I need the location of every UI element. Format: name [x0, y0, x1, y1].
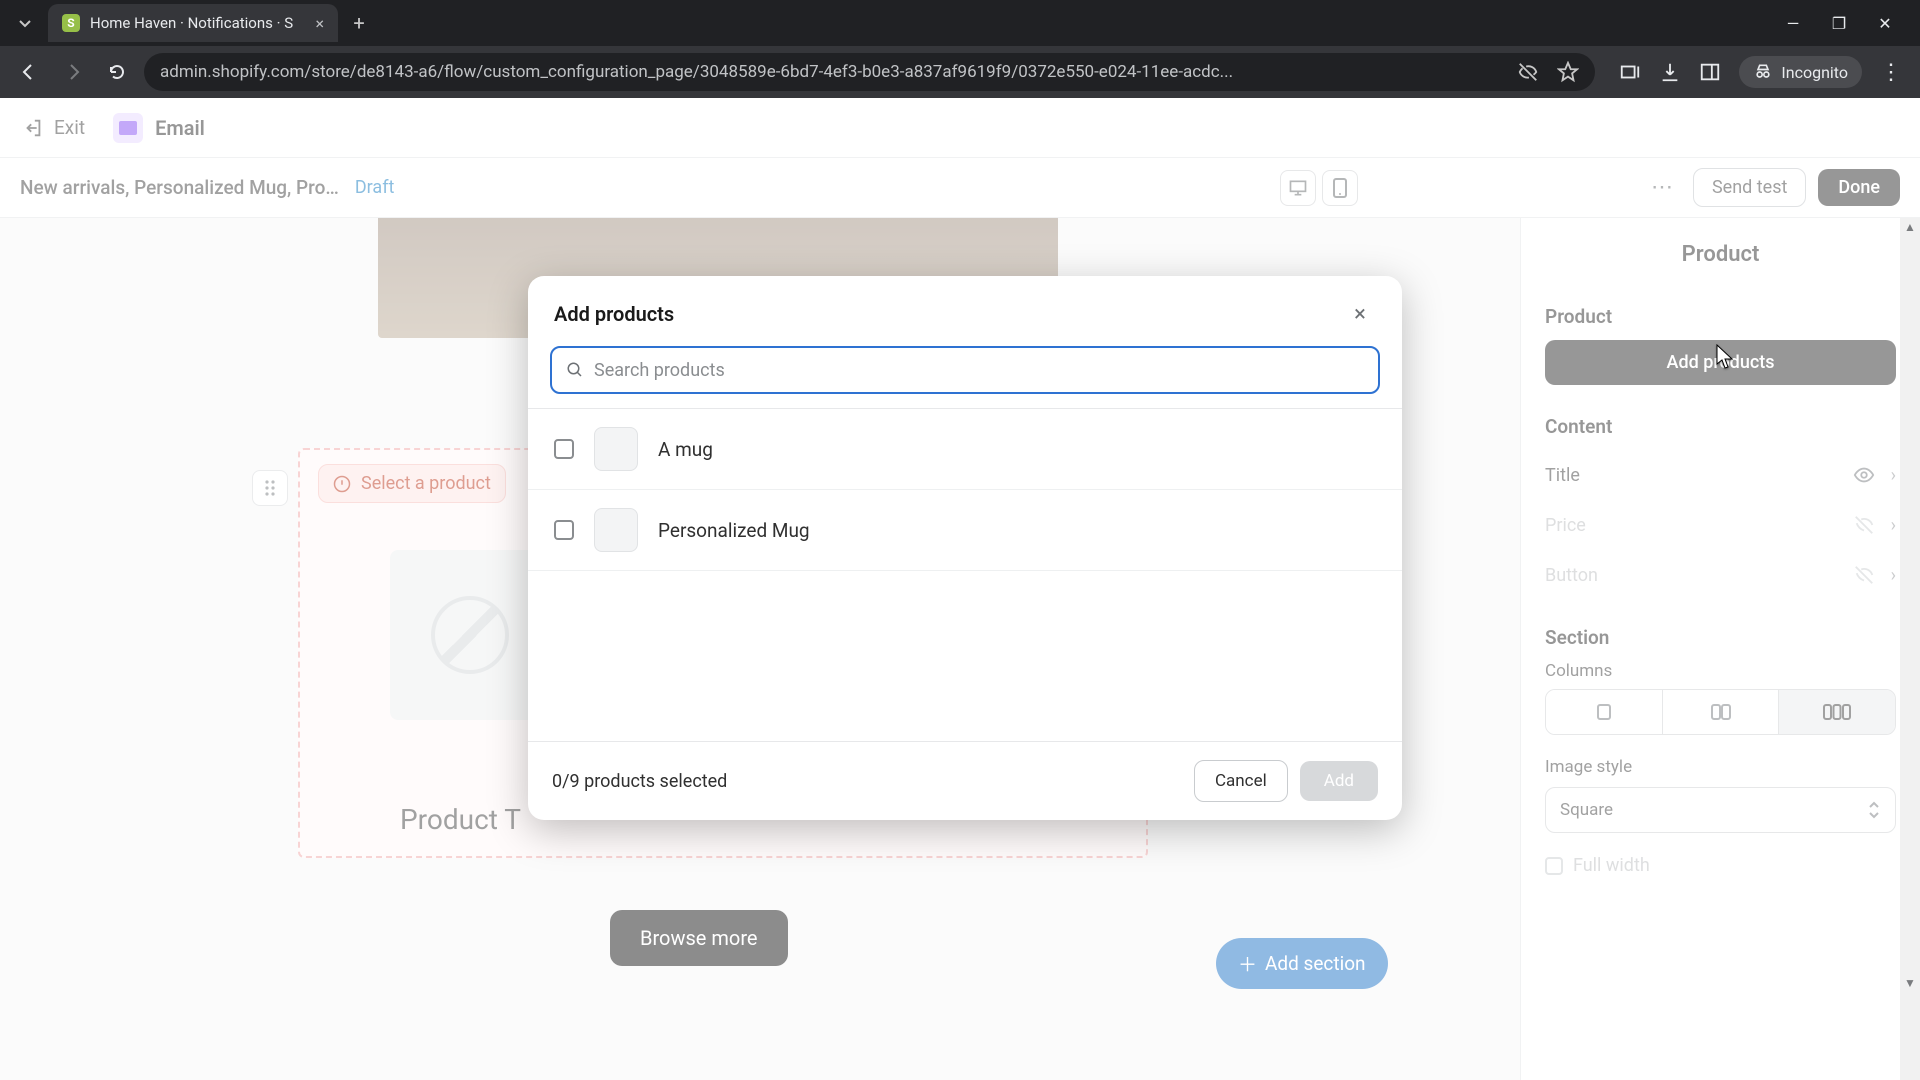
- back-button[interactable]: [12, 55, 46, 89]
- product-row[interactable]: Personalized Mug: [528, 490, 1402, 571]
- browser-chrome: S Home Haven · Notifications · S × + ― ❐…: [0, 0, 1920, 98]
- incognito-label: Incognito: [1781, 63, 1848, 82]
- add-button[interactable]: Add: [1300, 761, 1378, 801]
- modal-footer: 0/9 products selected Cancel Add: [528, 741, 1402, 820]
- product-thumb: [594, 508, 638, 552]
- url-text: admin.shopify.com/store/de8143-a6/flow/c…: [160, 62, 1505, 82]
- incognito-badge[interactable]: Incognito: [1739, 56, 1862, 88]
- eye-off-icon[interactable]: [1517, 61, 1539, 83]
- selected-count: 0/9 products selected: [552, 771, 1194, 792]
- forward-button[interactable]: [56, 55, 90, 89]
- add-products-modal: Add products × A mug Personalized Mug 0: [528, 276, 1402, 820]
- url-bar[interactable]: admin.shopify.com/store/de8143-a6/flow/c…: [144, 53, 1595, 91]
- reload-button[interactable]: [100, 55, 134, 89]
- toolbar-right: Incognito ⋮: [1605, 56, 1908, 88]
- modal-search-field[interactable]: [550, 346, 1380, 394]
- downloads-icon[interactable]: [1659, 61, 1681, 83]
- product-list: A mug Personalized Mug: [528, 408, 1402, 741]
- close-tab-icon[interactable]: ×: [315, 14, 324, 33]
- add-label: Add: [1324, 771, 1354, 791]
- url-bar-icons: [1517, 61, 1579, 83]
- search-input[interactable]: [594, 360, 1364, 381]
- search-icon: [566, 361, 584, 379]
- scroll-up-arrow-icon[interactable]: ▲: [1903, 220, 1917, 236]
- new-tab-button[interactable]: +: [344, 8, 374, 38]
- window-controls: ― ❐ ✕: [1784, 14, 1912, 33]
- modal-title: Add products: [554, 302, 1344, 326]
- tab-search-dropdown[interactable]: [8, 6, 42, 40]
- cancel-button[interactable]: Cancel: [1194, 760, 1288, 802]
- media-control-icon[interactable]: [1619, 61, 1641, 83]
- bookmark-star-icon[interactable]: [1557, 61, 1579, 83]
- incognito-icon: [1753, 62, 1773, 82]
- product-name: A mug: [658, 438, 713, 461]
- maximize-icon[interactable]: ❐: [1830, 14, 1848, 33]
- modal-header: Add products ×: [528, 276, 1402, 346]
- page-scrollbar[interactable]: ▲ ▼: [1900, 218, 1920, 1080]
- product-checkbox[interactable]: [554, 520, 574, 540]
- minimize-icon[interactable]: ―: [1784, 14, 1802, 33]
- shopify-favicon: S: [62, 14, 80, 32]
- browser-menu-icon[interactable]: ⋮: [1880, 60, 1902, 85]
- app-root: Exit Email New arrivals, Personalized Mu…: [0, 98, 1920, 1080]
- close-window-icon[interactable]: ✕: [1876, 14, 1894, 33]
- browser-toolbar: admin.shopify.com/store/de8143-a6/flow/c…: [0, 46, 1920, 98]
- product-name: Personalized Mug: [658, 519, 810, 542]
- product-thumb: [594, 427, 638, 471]
- product-row[interactable]: A mug: [528, 409, 1402, 490]
- tab-title: Home Haven · Notifications · S: [90, 14, 305, 32]
- tab-strip: S Home Haven · Notifications · S × + ― ❐…: [0, 0, 1920, 46]
- side-panel-icon[interactable]: [1699, 61, 1721, 83]
- scroll-down-arrow-icon[interactable]: ▼: [1903, 976, 1917, 992]
- product-checkbox[interactable]: [554, 439, 574, 459]
- cancel-label: Cancel: [1215, 771, 1267, 791]
- modal-close-button[interactable]: ×: [1344, 298, 1376, 330]
- browser-tab[interactable]: S Home Haven · Notifications · S ×: [48, 4, 338, 42]
